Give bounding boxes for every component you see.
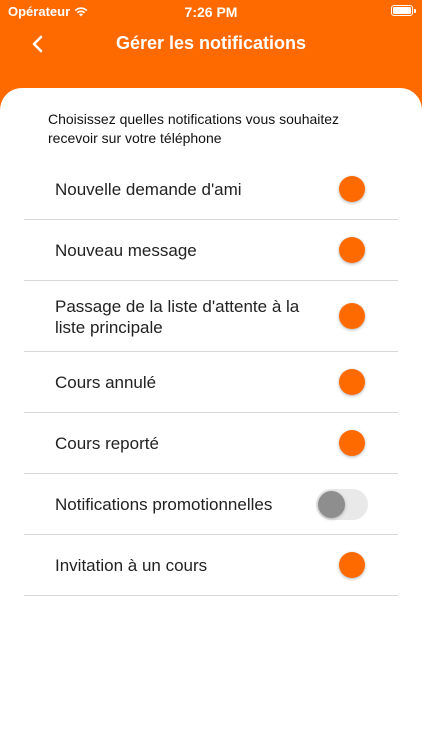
setting-row-friend-request[interactable]: Nouvelle demande d'ami xyxy=(24,158,398,220)
status-bar: Opérateur 7:26 PM xyxy=(0,0,422,24)
toggle-switch-on[interactable] xyxy=(339,369,365,395)
setting-row-waitlist[interactable]: Passage de la liste d'attente à la liste… xyxy=(24,281,398,352)
setting-row-class-postponed[interactable]: Cours reporté xyxy=(24,413,398,474)
toggle-switch-on[interactable] xyxy=(339,430,365,456)
setting-row-new-message[interactable]: Nouveau message xyxy=(24,220,398,281)
setting-label: Nouvelle demande d'ami xyxy=(55,180,242,199)
setting-label: Cours reporté xyxy=(55,434,159,453)
toggle-switch-off[interactable] xyxy=(316,489,368,520)
status-time: 7:26 PM xyxy=(184,4,238,20)
setting-label: Notifications promotionnelles xyxy=(55,495,273,514)
battery-icon xyxy=(391,5,416,16)
setting-label: Passage de la liste d'attente à la liste… xyxy=(55,297,300,337)
setting-row-promotional[interactable]: Notifications promotionnelles xyxy=(24,474,398,535)
intro-text: Choisissez quelles notifications vous so… xyxy=(48,111,340,146)
toggle-switch-on[interactable] xyxy=(339,237,365,263)
setting-label: Cours annulé xyxy=(55,373,157,392)
setting-label: Nouveau message xyxy=(55,241,197,260)
toggle-switch-on[interactable] xyxy=(339,303,365,329)
setting-label: Invitation à un cours xyxy=(55,556,208,575)
setting-row-class-cancelled[interactable]: Cours annulé xyxy=(24,352,398,413)
toggle-switch-on[interactable] xyxy=(339,176,365,202)
toggle-switch-on[interactable] xyxy=(339,552,365,578)
setting-row-class-invitation[interactable]: Invitation à un cours xyxy=(24,535,398,596)
page-title: Gérer les notifications xyxy=(115,33,307,53)
toggle-knob xyxy=(318,491,345,518)
